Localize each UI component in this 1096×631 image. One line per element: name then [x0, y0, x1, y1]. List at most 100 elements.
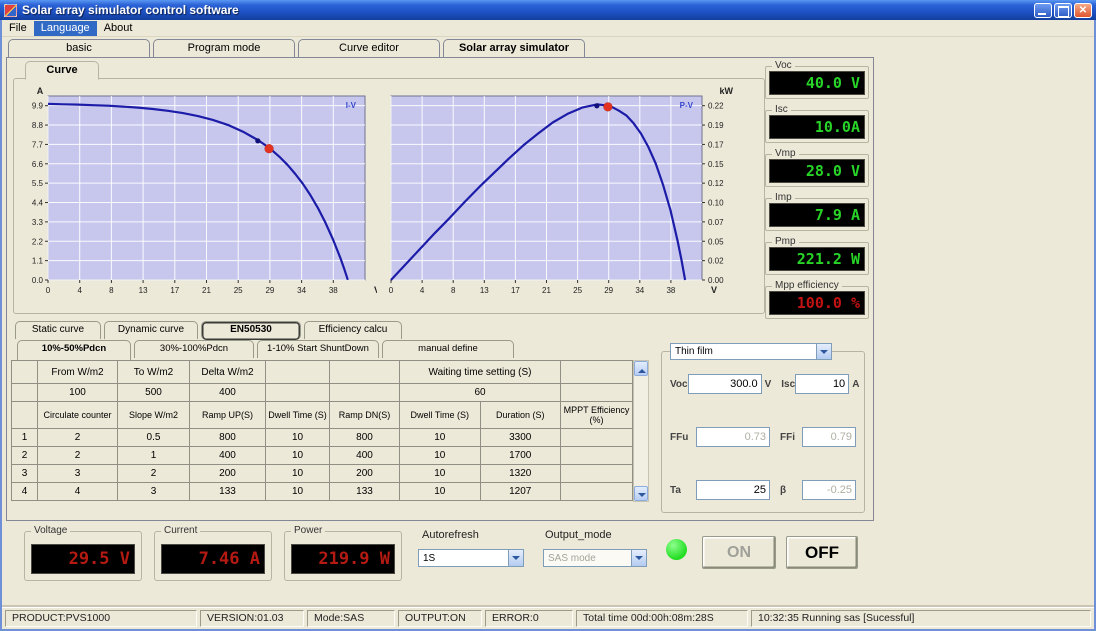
menu-item-file[interactable]: File [2, 21, 34, 36]
tab-program-mode[interactable]: Program mode [153, 39, 295, 57]
table-cell[interactable]: 10 [266, 447, 330, 465]
table-cell[interactable]: 0.5 [118, 429, 190, 447]
table-cell[interactable]: 1320 [480, 465, 561, 483]
table-cell[interactable]: 60 [400, 384, 561, 402]
tab-static-curve[interactable]: Static curve [15, 321, 101, 339]
table-cell: 4 [12, 483, 38, 501]
table-cell: Circulate counter [38, 402, 118, 429]
tab-curve[interactable]: Curve [25, 61, 99, 80]
tab-30-100-pdcn[interactable]: 30%-100%Pdcn [134, 340, 254, 358]
tab-manual-define[interactable]: manual define [382, 340, 514, 358]
power-value: 219.9 W [291, 544, 395, 574]
tab-1-10-start-shuntdown[interactable]: 1-10% Start ShuntDown [257, 340, 379, 358]
table-cell-empty[interactable] [561, 429, 633, 447]
table-cell[interactable]: 10 [400, 465, 481, 483]
tab-10-50-pdcn[interactable]: 10%-50%Pdcn [17, 340, 131, 360]
table-cell[interactable]: 200 [330, 465, 400, 483]
ffu-label: FFu [670, 432, 696, 443]
maximize-icon[interactable] [1054, 3, 1072, 18]
table-cell[interactable]: 1700 [480, 447, 561, 465]
table-cell[interactable]: 800 [330, 429, 400, 447]
tab-dynamic-curve[interactable]: Dynamic curve [104, 321, 198, 339]
isc-label: Isc [781, 379, 795, 390]
status-version: VERSION:01.03 [200, 610, 304, 627]
current-display-group: Current7.46 A [154, 531, 272, 581]
autorefresh-select[interactable]: 1S [418, 549, 524, 567]
table-cell[interactable]: 2 [118, 465, 190, 483]
table-row: 44313310133101207 [12, 483, 633, 501]
table-cell-empty[interactable] [561, 384, 633, 402]
title-bar[interactable]: Solar array simulator control software [0, 0, 1096, 20]
table-cell-empty [12, 402, 38, 429]
svg-text:1.1: 1.1 [32, 257, 44, 266]
table-cell-empty[interactable] [561, 447, 633, 465]
tab-efficiency-calcu[interactable]: Efficiency calcu [304, 321, 402, 339]
tab-basic[interactable]: basic [8, 39, 150, 57]
table-cell[interactable]: 133 [190, 483, 266, 501]
svg-text:0.22: 0.22 [708, 102, 724, 111]
table-cell[interactable]: 3300 [480, 429, 561, 447]
app-icon [4, 4, 17, 17]
close-icon[interactable] [1074, 3, 1092, 18]
table-cell[interactable]: 10 [400, 483, 481, 501]
table-range-header-row: From W/m2To W/m2Delta W/m2Waiting time s… [12, 361, 633, 384]
output-mode-label: Output_mode [545, 529, 612, 541]
table-cell-empty[interactable] [561, 483, 633, 501]
output-mode-select[interactable]: SAS mode [543, 549, 647, 567]
table-cell[interactable]: 3 [38, 465, 118, 483]
table-cell[interactable]: 800 [190, 429, 266, 447]
pv-type-select[interactable]: Thin film [670, 343, 832, 360]
scroll-down-icon[interactable] [634, 486, 648, 501]
svg-text:13: 13 [480, 286, 489, 295]
minimize-icon[interactable] [1034, 3, 1052, 18]
on-button[interactable]: ON [702, 536, 776, 569]
table-cell[interactable]: 10 [266, 429, 330, 447]
table-cell[interactable]: 400 [330, 447, 400, 465]
readout-value: 100.0 % [769, 291, 865, 315]
current-value: 7.46 A [161, 544, 265, 574]
voltage-value: 29.5 V [31, 544, 135, 574]
power-display-group: Power219.9 W [284, 531, 402, 581]
table-cell: 2 [12, 447, 38, 465]
tab-solar-array-simulator[interactable]: Solar array simulator [443, 39, 585, 58]
off-button[interactable]: OFF [786, 536, 858, 569]
table-cell-empty[interactable] [266, 384, 330, 402]
table-cell-empty[interactable] [561, 465, 633, 483]
table-cell: Dwell Time (S) [400, 402, 481, 429]
status-bar: PRODUCT:PVS1000VERSION:01.03Mode:SASOUTP… [2, 607, 1094, 629]
table-cell-empty[interactable] [330, 384, 400, 402]
svg-text:0.17: 0.17 [708, 140, 724, 149]
table-cell[interactable]: 10 [400, 429, 481, 447]
table-cell[interactable]: 3 [118, 483, 190, 501]
scroll-up-icon[interactable] [634, 361, 648, 376]
table-cell[interactable]: 2 [38, 429, 118, 447]
menu-item-about[interactable]: About [97, 21, 140, 36]
voc-input[interactable] [688, 374, 762, 394]
table-cell[interactable]: 4 [38, 483, 118, 501]
table-cell[interactable]: 100 [38, 384, 118, 402]
table-cell[interactable]: 10 [266, 465, 330, 483]
table-cell[interactable]: 10 [266, 483, 330, 501]
table-cell[interactable]: 400 [190, 447, 266, 465]
table-cell[interactable]: 200 [190, 465, 266, 483]
svg-text:V: V [711, 285, 717, 295]
table-cell[interactable]: 10 [400, 447, 481, 465]
tab-en50530[interactable]: EN50530 [201, 321, 301, 340]
table-cell[interactable]: 400 [190, 384, 266, 402]
svg-text:0.05: 0.05 [708, 237, 724, 246]
table-cell[interactable]: 2 [38, 447, 118, 465]
tab-curve-editor[interactable]: Curve editor [298, 39, 440, 57]
table-cell[interactable]: 500 [118, 384, 190, 402]
table-cell[interactable]: 133 [330, 483, 400, 501]
table-cell[interactable]: 1 [118, 447, 190, 465]
table-cell[interactable]: 1207 [480, 483, 561, 501]
isc-input[interactable] [795, 374, 849, 394]
table-scrollbar[interactable] [633, 360, 649, 502]
menu-item-language[interactable]: Language [34, 21, 97, 36]
readout-value: 7.9 A [769, 203, 865, 227]
svg-text:38: 38 [329, 286, 338, 295]
table-cell: From W/m2 [38, 361, 118, 384]
ta-input[interactable] [696, 480, 770, 500]
svg-text:V: V [374, 285, 377, 295]
status-product: PRODUCT:PVS1000 [5, 610, 197, 627]
